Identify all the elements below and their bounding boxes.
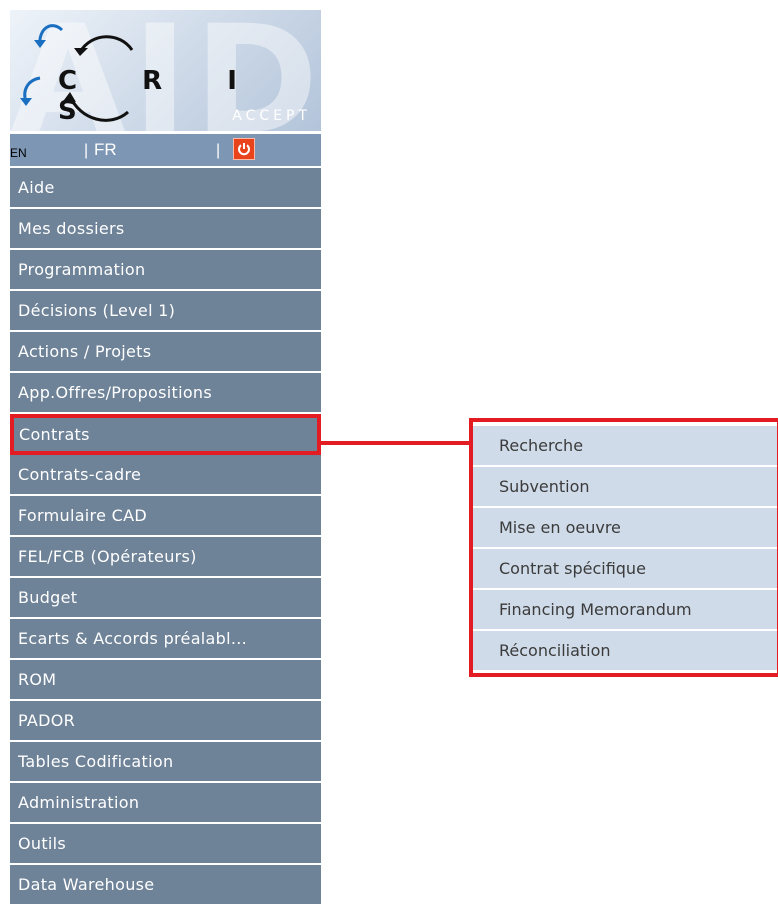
menu-item-pador[interactable]: PADOR xyxy=(10,701,321,742)
menu-item-data-warehouse[interactable]: Data Warehouse xyxy=(10,865,321,906)
menu-item-budget[interactable]: Budget xyxy=(10,578,321,619)
lang-fr-link[interactable]: FR xyxy=(94,140,117,160)
power-glyph xyxy=(238,143,250,156)
menu-item-outils[interactable]: Outils xyxy=(10,824,321,865)
main-menu: Aide Mes dossiers Programmation Décision… xyxy=(10,168,321,906)
menu-item-contrats[interactable]: Contrats xyxy=(10,414,321,455)
menu-item-fel-fcb[interactable]: FEL/FCB (Opérateurs) xyxy=(10,537,321,578)
menu-item-mes-dossiers[interactable]: Mes dossiers xyxy=(10,209,321,250)
language-bar: EN | FR | xyxy=(10,134,321,166)
lang-en-link[interactable]: EN xyxy=(10,146,27,160)
menu-item-contrats-cadre[interactable]: Contrats-cadre xyxy=(10,455,321,496)
submenu-item-financing-memorandum[interactable]: Financing Memorandum xyxy=(473,590,777,631)
menu-item-rom[interactable]: ROM xyxy=(10,660,321,701)
contrats-submenu: Recherche Subvention Mise en oeuvre Cont… xyxy=(469,418,778,677)
menu-item-app-offres[interactable]: App.Offres/Propositions xyxy=(10,373,321,414)
cris-logo: AID C R I S ACCEPT xyxy=(10,10,321,131)
menu-item-decisions[interactable]: Décisions (Level 1) xyxy=(10,291,321,332)
menu-item-tables-codification[interactable]: Tables Codification xyxy=(10,742,321,783)
menu-item-aide[interactable]: Aide xyxy=(10,168,321,209)
submenu-connector xyxy=(321,441,471,445)
lang-separator: | xyxy=(216,142,221,159)
menu-item-formulaire-cad[interactable]: Formulaire CAD xyxy=(10,496,321,537)
submenu-item-reconciliation[interactable]: Réconciliation xyxy=(473,631,777,672)
submenu-item-mise-en-oeuvre[interactable]: Mise en oeuvre xyxy=(473,508,777,549)
power-icon[interactable] xyxy=(233,138,255,160)
logo-subtitle: ACCEPT xyxy=(232,108,311,124)
submenu-item-subvention[interactable]: Subvention xyxy=(473,467,777,508)
menu-item-actions-projets[interactable]: Actions / Projets xyxy=(10,332,321,373)
submenu-item-recherche[interactable]: Recherche xyxy=(473,426,777,467)
menu-item-ecarts-accords[interactable]: Ecarts & Accords préalabl... xyxy=(10,619,321,660)
menu-item-programmation[interactable]: Programmation xyxy=(10,250,321,291)
lang-separator: | xyxy=(84,142,89,159)
submenu-item-contrat-specifique[interactable]: Contrat spécifique xyxy=(473,549,777,590)
menu-item-administration[interactable]: Administration xyxy=(10,783,321,824)
